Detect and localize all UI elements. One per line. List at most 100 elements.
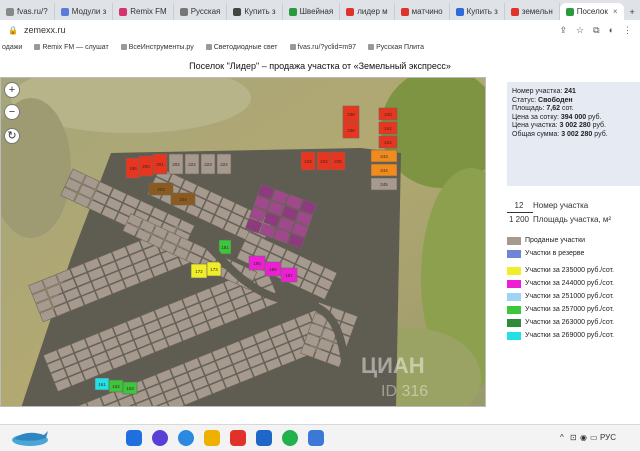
browser-tab[interactable]: Remix FM bbox=[113, 3, 173, 20]
bookmark-item[interactable]: Светодиодные свет bbox=[206, 44, 278, 51]
lot-number-label: 202 bbox=[172, 162, 180, 167]
lot-number-label: 201 bbox=[156, 162, 164, 167]
tray-icon[interactable]: ▭ bbox=[590, 433, 598, 442]
legend-swatch bbox=[507, 306, 521, 314]
key-area-label: Площадь участка, м² bbox=[533, 215, 611, 224]
lot-number-label: 242 bbox=[384, 140, 392, 145]
new-tab-icon[interactable]: + bbox=[630, 7, 635, 17]
currency-unit: руб. bbox=[594, 131, 607, 138]
browser-tab[interactable]: матчино bbox=[395, 3, 450, 20]
bookmark-item[interactable]: fvas.ru/?yclid=m97 bbox=[290, 44, 357, 51]
lock-icon: 🔒 bbox=[8, 26, 18, 35]
tab-label: Купить з bbox=[244, 7, 275, 16]
tray-icon[interactable]: ^ bbox=[560, 433, 564, 442]
bookmark-label: ВсеИнструменты.ру bbox=[129, 44, 194, 51]
legend-item: Участки за 263000 руб./сот. bbox=[507, 316, 614, 329]
bookmark-item[interactable]: Русская Плита bbox=[368, 44, 424, 51]
browser-tab[interactable]: fvas.ru/? bbox=[0, 3, 55, 20]
legend-swatch bbox=[507, 237, 521, 245]
legend: Проданые участкиУчастки в резервеУчастки… bbox=[507, 234, 614, 342]
menu-icon[interactable]: ⋮ bbox=[623, 25, 632, 36]
bookmark-label: Светодиодные свет bbox=[214, 44, 278, 51]
tab-favicon-icon bbox=[511, 8, 519, 16]
legend-swatch bbox=[507, 332, 521, 340]
tab-favicon-icon bbox=[346, 8, 354, 16]
bookmark-favicon-icon bbox=[121, 44, 127, 50]
tray-icon[interactable]: ◉ bbox=[580, 433, 587, 442]
zoom-in-button[interactable]: + bbox=[4, 82, 20, 98]
lot-number-label: 204 bbox=[179, 197, 187, 202]
lot-area-unit: сот. bbox=[562, 105, 574, 112]
lot-status-label: Статус: bbox=[512, 97, 536, 104]
yandex-browser-icon[interactable] bbox=[230, 430, 246, 446]
tray-icon[interactable]: ⊡ bbox=[570, 433, 577, 442]
lot-number-label: 245 bbox=[380, 182, 388, 187]
bookmark-favicon-icon bbox=[368, 44, 374, 50]
start-button-icon[interactable] bbox=[126, 430, 142, 446]
browser-tab[interactable]: Поселок× bbox=[560, 3, 624, 20]
profile-icon[interactable]: ◐ bbox=[609, 25, 614, 36]
legend-swatch bbox=[507, 319, 521, 327]
page-title: Поселок "Лидер" – продажа участка от «Зе… bbox=[0, 61, 640, 71]
lot-info-panel: Номер участка: 241 Статус: Свободен Площ… bbox=[507, 82, 640, 186]
site-plan-canvas[interactable]: 1952002012022222232242332342352362382402… bbox=[1, 78, 486, 407]
tab-strip: fvas.ru/? Модули з Remix FMРусская Купить з… bbox=[0, 0, 640, 20]
bookmark-item[interactable]: ВсеИнструменты.ру bbox=[121, 44, 194, 51]
browser-tab[interactable]: земельн bbox=[505, 3, 560, 20]
currency-unit: руб. bbox=[588, 114, 601, 121]
key-area-sample: 1 200 bbox=[505, 215, 533, 224]
lot-area-value: 7,62 bbox=[546, 105, 560, 112]
browser-tab[interactable]: Купить з bbox=[450, 3, 505, 20]
lot-number-label: 163 bbox=[126, 386, 134, 391]
tab-favicon-icon bbox=[289, 8, 297, 16]
tab-label: земельн bbox=[522, 7, 553, 16]
star-icon[interactable]: ☆ bbox=[576, 25, 584, 36]
legend-item: Участки за 235000 руб./сот. bbox=[507, 264, 614, 277]
bookmark-favicon-icon bbox=[290, 44, 296, 50]
browser-tab[interactable]: Русская bbox=[174, 3, 228, 20]
zoom-out-button[interactable]: − bbox=[4, 104, 20, 120]
browser-tab[interactable]: Модули з bbox=[55, 3, 114, 20]
share-icon[interactable]: ⇪ bbox=[560, 25, 568, 36]
legend-swatch bbox=[507, 250, 521, 258]
bookmark-item[interactable]: одажи bbox=[2, 44, 22, 51]
bookmark-favicon-icon bbox=[34, 44, 40, 50]
tab-label: Модули з bbox=[72, 7, 107, 16]
tab-favicon-icon bbox=[401, 8, 409, 16]
lot-number-label: 185 bbox=[253, 261, 261, 266]
alice-assistant-icon[interactable] bbox=[152, 430, 168, 446]
site-plan-map[interactable]: 1952002012022222232242332342352362382402… bbox=[0, 77, 486, 407]
watermark: ЦИАН bbox=[361, 353, 425, 378]
language-indicator[interactable]: РУС bbox=[600, 433, 616, 442]
close-tab-icon[interactable]: × bbox=[613, 7, 618, 16]
legend-label: Участки за 269000 руб./сот. bbox=[525, 332, 614, 339]
total-value: 3 002 280 bbox=[561, 131, 592, 138]
lot-number-label: 243 bbox=[380, 154, 388, 159]
outlook-icon[interactable] bbox=[256, 430, 272, 446]
whatsapp-icon[interactable] bbox=[282, 430, 298, 446]
tab-label: Купить з bbox=[467, 7, 498, 16]
price-per-sotka-value: 394 000 bbox=[561, 114, 586, 121]
lot-number-label: 235 bbox=[334, 159, 342, 164]
url-field[interactable]: zemexx.ru bbox=[24, 25, 66, 35]
browser-tab[interactable]: лидер м bbox=[340, 3, 394, 20]
tab-label: Швейная bbox=[300, 7, 334, 16]
tab-favicon-icon bbox=[456, 8, 464, 16]
legend-swatch bbox=[507, 280, 521, 288]
browser-tab[interactable]: Швейная bbox=[283, 3, 341, 20]
lot-number-label: 223 bbox=[204, 162, 212, 167]
calculator-icon[interactable] bbox=[308, 430, 324, 446]
extensions-icon[interactable]: ⧉ bbox=[593, 25, 599, 36]
tab-favicon-icon bbox=[61, 8, 69, 16]
lot-number-label: 203 bbox=[157, 187, 165, 192]
file-explorer-icon[interactable] bbox=[204, 430, 220, 446]
browser-tab[interactable]: Купить з bbox=[227, 3, 282, 20]
bookmark-item[interactable]: Remix FM — слушат bbox=[34, 44, 108, 51]
bookmark-label: Remix FM — слушат bbox=[42, 44, 108, 51]
edge-browser-icon[interactable] bbox=[178, 430, 194, 446]
lot-number-label: 200 bbox=[142, 164, 150, 169]
reset-view-button[interactable]: ↻ bbox=[4, 128, 20, 144]
address-bar[interactable]: 🔒 zemexx.ru ⇪ ☆ ⧉ ◐ ⋮ bbox=[0, 20, 640, 41]
watermark-id: ID 316 bbox=[381, 383, 428, 400]
key-number-sample: 12 bbox=[505, 201, 533, 210]
